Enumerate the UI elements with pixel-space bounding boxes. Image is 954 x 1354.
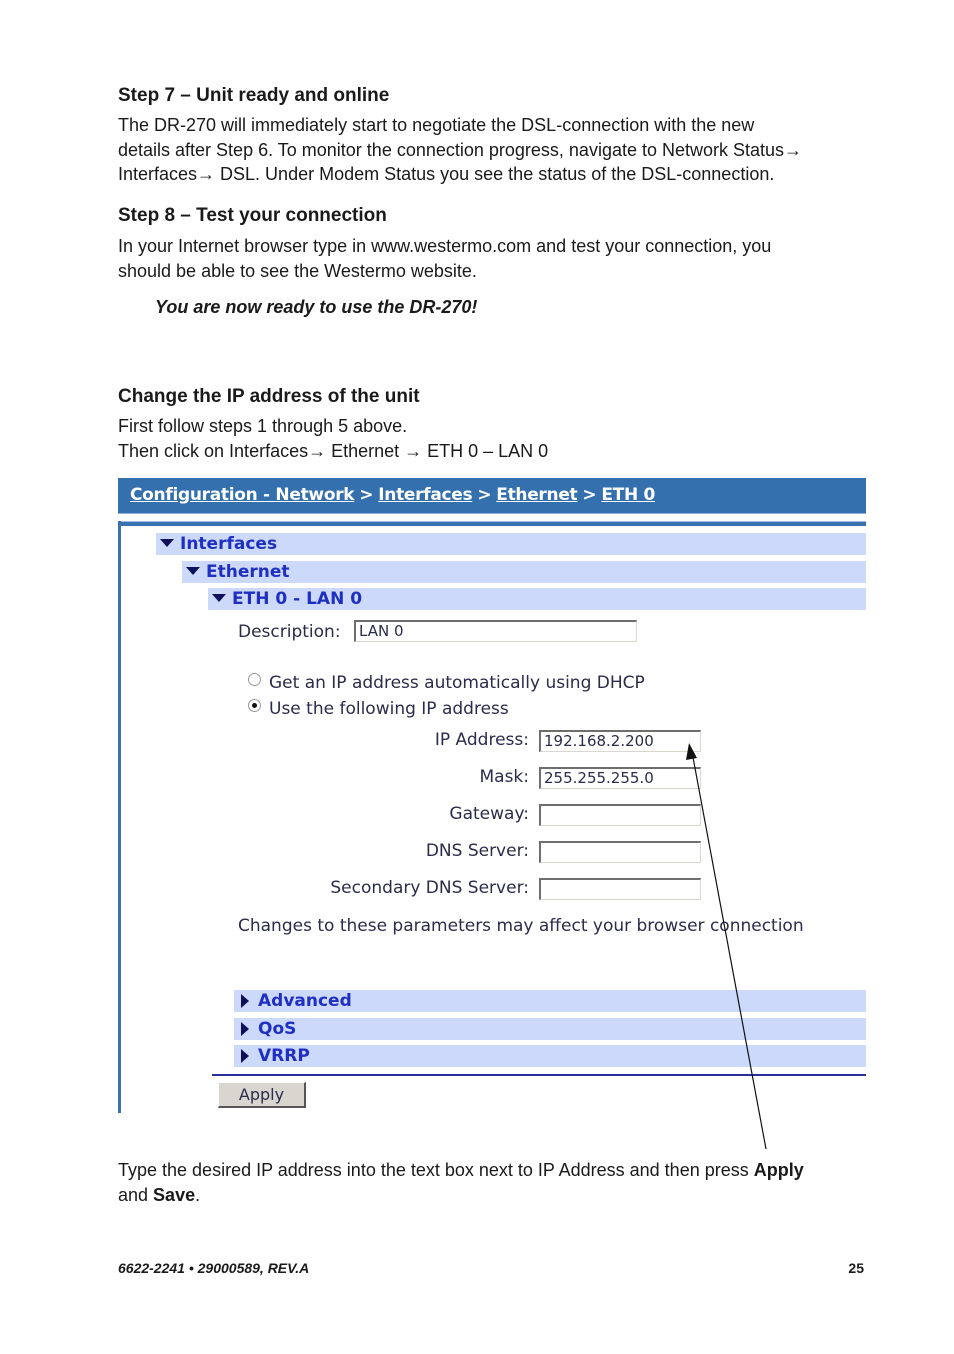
arrowhead-icon (686, 743, 697, 760)
apply-emphasis: Apply (753, 1160, 804, 1180)
callout-arrow (686, 743, 767, 1150)
instruction-part: and (118, 1184, 154, 1205)
save-emphasis: Save (153, 1184, 196, 1205)
instruction-text: Type the desired IP address into the tex… (118, 1158, 868, 1207)
page-number: 25 (848, 1260, 864, 1276)
instruction-part: . (195, 1184, 201, 1205)
callout-line (691, 751, 767, 1150)
footer-doc-id: 6622-2241 • 29000589, REV.A (118, 1260, 310, 1276)
instruction-part: Type the desired IP address into the tex… (118, 1160, 754, 1180)
